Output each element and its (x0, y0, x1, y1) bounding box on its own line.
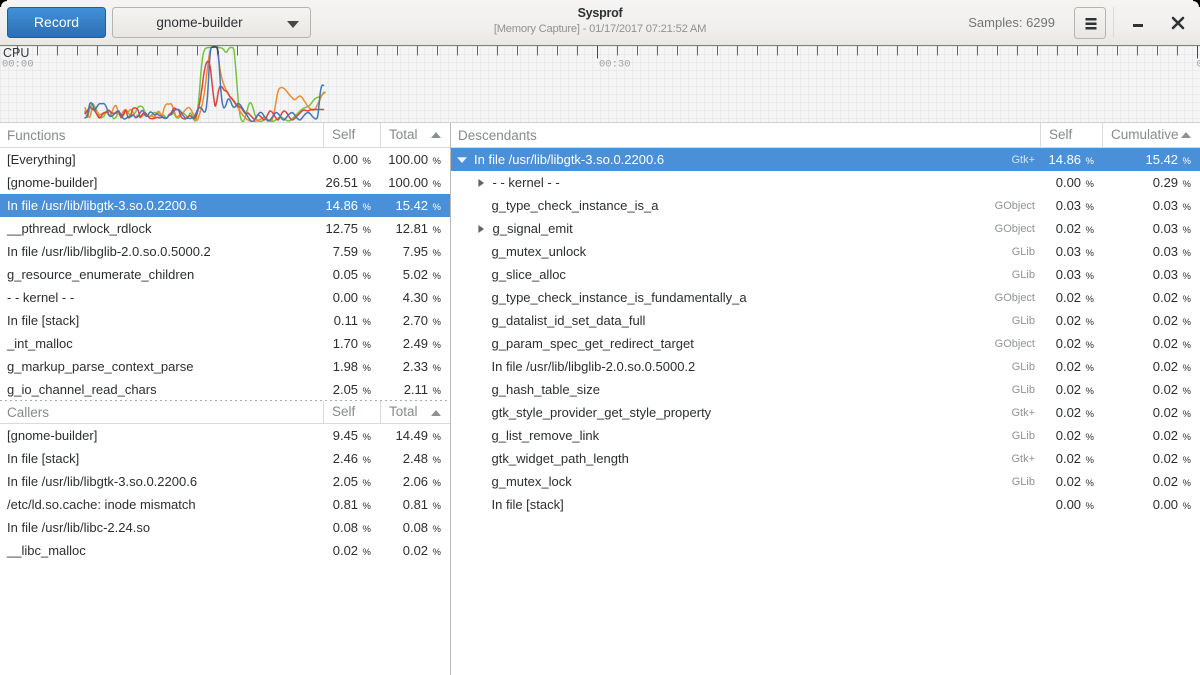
svg-text:00:30: 00:30 (599, 59, 631, 71)
svg-text:00:00: 00:00 (2, 59, 34, 71)
svg-text:01:00: 01:00 (1197, 59, 1200, 71)
